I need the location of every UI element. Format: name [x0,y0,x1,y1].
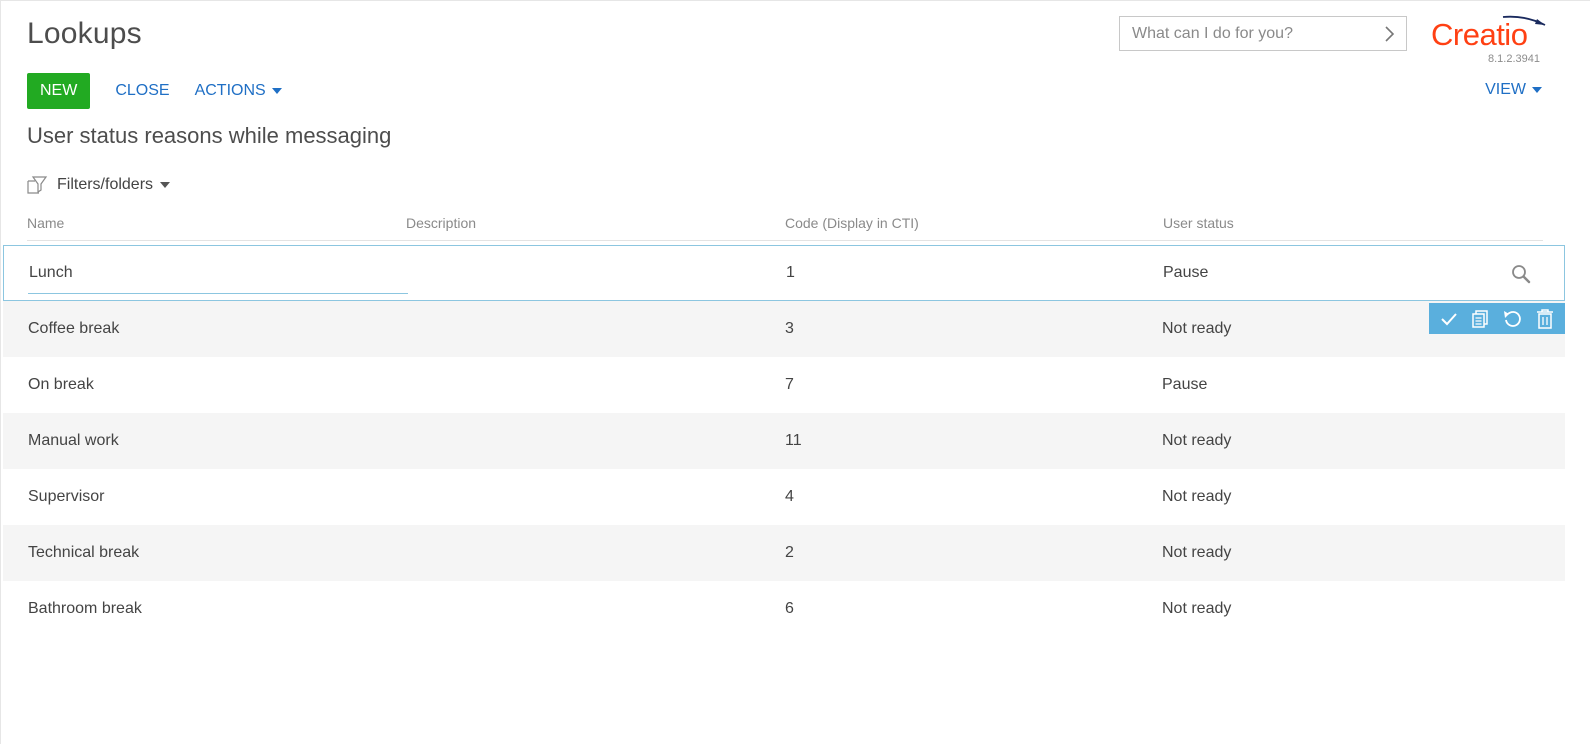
toolbar: NEW CLOSE ACTIONS [27,73,282,109]
table-row[interactable]: Supervisor 4 Not ready [3,469,1565,525]
row-action-bar [1429,303,1565,334]
cell-name: Bathroom break [28,600,142,617]
edit-underline [28,293,408,294]
table-row[interactable]: Manual work 11 Not ready [3,413,1565,469]
chevron-right-icon[interactable] [1382,24,1396,44]
filters-folders-button[interactable]: Filters/folders [27,175,171,195]
cell-code: 3 [785,320,794,337]
filters-label: Filters/folders [57,176,154,193]
trash-icon[interactable] [1535,308,1555,330]
cell-code[interactable]: 1 [786,264,795,282]
column-header-description[interactable]: Description [406,215,476,231]
close-button[interactable]: CLOSE [115,82,169,100]
cell-name[interactable]: Lunch [29,264,73,282]
cell-user-status: Not ready [1162,320,1232,337]
caret-down-icon [271,88,282,94]
cell-name: Coffee break [28,320,120,337]
cell-name: Supervisor [28,488,105,505]
column-header-code[interactable]: Code (Display in CTI) [785,215,919,231]
undo-icon[interactable] [1502,308,1524,330]
section-title: User status reasons while messaging [27,123,392,148]
cell-user-status: Not ready [1162,432,1232,449]
table-row[interactable]: Lunch 1 Pause [3,245,1565,301]
creatio-logo: Creatio [1429,13,1549,53]
cell-name: On break [28,376,94,393]
check-icon[interactable] [1439,309,1459,329]
cell-code: 11 [785,432,802,449]
cell-user-status: Not ready [1162,488,1232,505]
cell-code: 2 [785,544,794,561]
cell-code: 7 [785,376,794,393]
command-search-box[interactable] [1119,16,1407,51]
cell-name: Technical break [28,544,140,561]
view-button-label: VIEW [1485,81,1526,98]
cell-name: Manual work [28,432,119,449]
page-title: Lookups [27,17,142,50]
actions-button[interactable]: ACTIONS [195,82,282,100]
table-row[interactable]: Technical break 2 Not ready [3,525,1565,581]
cell-code: 4 [785,488,794,505]
logo-swoosh-icon [1502,15,1546,26]
cell-code: 6 [785,600,794,617]
table-row[interactable]: Coffee break 3 Not ready [3,301,1565,357]
cell-user-status: Not ready [1162,544,1232,561]
new-button[interactable]: NEW [27,73,91,109]
lookups-page: Lookups Creatio 8.1.2.3941 NEW CLOSE ACT… [0,0,1590,744]
view-button[interactable]: VIEW [1485,81,1542,99]
cell-user-status[interactable]: Pause [1163,264,1208,282]
cell-user-status: Pause [1162,376,1208,393]
caret-down-icon [160,182,171,188]
column-header-name[interactable]: Name [27,215,64,231]
search-icon[interactable] [1510,263,1532,290]
table-row[interactable]: Bathroom break 6 Not ready [3,581,1565,637]
close-button-label: CLOSE [115,82,170,99]
actions-button-label: ACTIONS [194,82,266,99]
table-row[interactable]: On break 7 Pause [3,357,1565,413]
cell-user-status: Not ready [1162,600,1232,617]
filter-folder-icon [27,176,48,194]
copy-icon[interactable] [1470,309,1490,329]
command-search-input[interactable] [1132,24,1382,43]
grid-header: Name Description Code (Display in CTI) U… [27,213,1543,241]
column-header-user-status[interactable]: User status [1163,215,1234,231]
version-label: 8.1.2.3941 [1488,53,1540,65]
lookup-grid: Lunch 1 Pause Coffee break 3 Not ready O… [3,245,1565,637]
caret-down-icon [1532,87,1542,93]
